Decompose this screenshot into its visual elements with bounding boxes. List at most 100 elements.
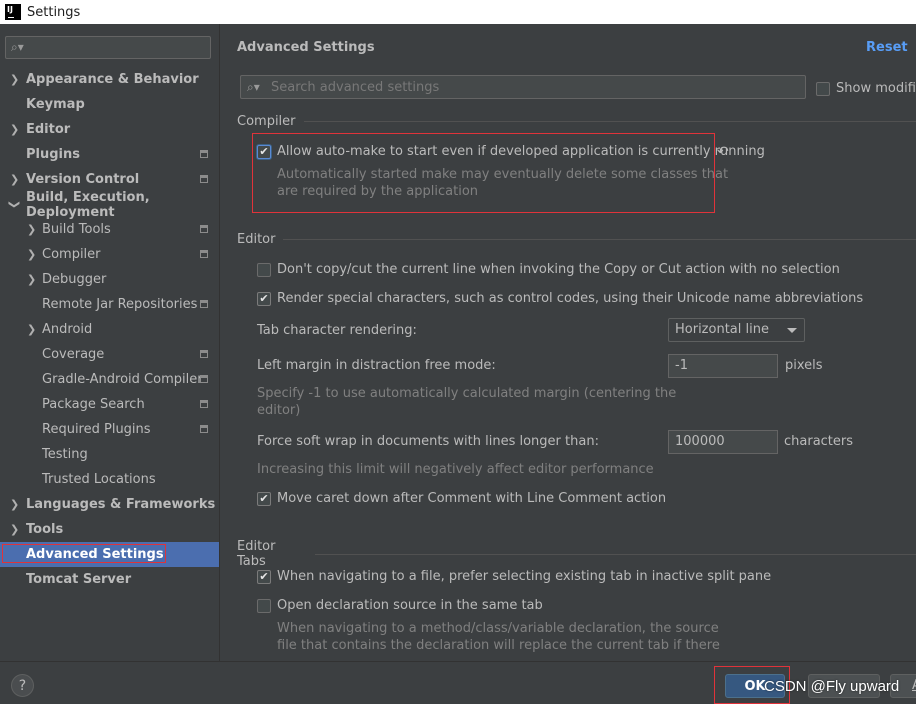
sidebar-item-label: Gradle-Android Compiler [42,372,203,387]
no-copy-cut-checkbox[interactable]: Don't copy/cut the current line when inv… [257,262,840,277]
intellij-app-icon: IJ [5,4,21,20]
left-margin-description: Specify -1 to use automatically calculat… [257,385,676,419]
settings-sidebar: ⌕▾ ❯ Appearance & Behavior Keymap ❯ Edit… [0,24,219,661]
section-compiler: Compiler [237,114,916,129]
sidebar-item-build-tools[interactable]: ❯ Build Tools [0,217,219,242]
sidebar-item-compiler[interactable]: ❯ Compiler [0,242,219,267]
sidebar-item-label: Languages & Frameworks [26,497,216,512]
sidebar-item-languages-frameworks[interactable]: ❯ Languages & Frameworks [0,492,219,517]
sidebar-item-plugins[interactable]: Plugins [0,142,219,167]
sidebar-item-label: Android [42,322,93,337]
undo-icon[interactable]: ↶ [717,144,729,160]
sidebar-item-debugger[interactable]: ❯ Debugger [0,267,219,292]
chevron-right-icon: ❯ [27,273,37,286]
dialog-button-bar: ? OK A CSDN @Fly upward [0,661,916,704]
sidebar-item-label: Package Search [42,397,145,412]
sidebar-item-label: Compiler [42,247,101,262]
soft-wrap-field[interactable]: 100000 [668,430,778,454]
sidebar-item-tools[interactable]: ❯ Tools [0,517,219,542]
chevron-right-icon: ❯ [10,73,20,86]
sidebar-item-label: Build, Execution, Deployment [26,189,150,220]
page-title: Advanced Settings [237,40,375,55]
description-line: When navigating to a method/class/variab… [277,621,719,636]
sidebar-item-keymap[interactable]: Keymap [0,92,219,117]
prefer-existing-tab-checkbox[interactable]: ✔ When navigating to a file, prefer sele… [257,569,771,584]
sidebar-item-trusted-locations[interactable]: Trusted Locations [0,467,219,492]
checkbox-box[interactable]: ✔ [257,569,271,584]
chevron-right-icon: ❯ [27,323,37,336]
checkbox-box[interactable]: ✔ [257,291,271,306]
chevron-right-icon: ❯ [10,123,20,136]
sidebar-item-editor[interactable]: ❯ Editor [0,117,219,142]
chevron-right-icon: ❯ [10,173,20,186]
section-title: Compiler [237,114,296,129]
csdn-watermark: CSDN @Fly upward [764,678,900,695]
section-title: Editor [237,232,276,247]
checkbox-label: Render special characters, such as contr… [277,291,864,306]
window-title: Settings [27,4,81,20]
sidebar-item-label: Required Plugins [42,422,151,437]
sidebar-item-label: Keymap [26,97,85,112]
search-icon: ⌕▾ [11,40,24,54]
sidebar-item-label: Tools [26,522,64,537]
project-settings-icon [200,375,208,383]
soft-wrap-unit: characters [784,434,854,449]
chevron-right-icon: ❯ [27,223,37,236]
sidebar-item-label: Plugins [26,147,80,162]
sidebar-item-label: Coverage [42,347,105,362]
render-special-chars-checkbox[interactable]: ✔ Render special characters, such as con… [257,291,863,306]
soft-wrap-label: Force soft wrap in documents with lines … [257,434,599,449]
checkbox-box[interactable] [816,81,830,96]
project-settings-icon [200,425,208,433]
section-editor: Editor [237,232,916,247]
sidebar-item-label: Remote Jar Repositories [42,297,198,312]
soft-wrap-description: Increasing this limit will negatively af… [257,462,654,477]
sidebar-item-android[interactable]: ❯ Android [0,317,219,342]
show-modified-checkbox[interactable]: Show modified [816,81,916,96]
description-line: Specify -1 to use automatically calculat… [257,386,677,401]
dropdown-arrow-icon [787,328,797,333]
sidebar-item-tomcat-server[interactable]: Tomcat Server [0,567,219,592]
checkbox-box[interactable] [257,598,271,613]
description-line: editor) [257,403,301,418]
sidebar-item-package-search[interactable]: Package Search [0,392,219,417]
select-value: Horizontal line [675,322,769,337]
search-icon: ⌕▾ [247,80,260,94]
highlight-annotation-box [2,544,166,563]
left-margin-field[interactable]: -1 [668,354,778,378]
move-caret-checkbox[interactable]: ✔ Move caret down after Comment with Lin… [257,491,666,506]
sidebar-item-label: Build Tools [42,222,111,237]
sidebar-item-required-plugins[interactable]: Required Plugins [0,417,219,442]
project-settings-icon [200,300,208,308]
sidebar-item-label: Version Control [26,172,140,187]
checkbox-box[interactable] [257,262,271,277]
sidebar-item-appearance-behavior[interactable]: ❯ Appearance & Behavior [0,67,219,92]
advanced-settings-search[interactable]: ⌕▾ [240,75,806,99]
reset-link[interactable]: Reset [866,40,908,55]
search-input[interactable] [271,78,791,96]
highlight-annotation-box [252,133,715,213]
tab-render-label: Tab character rendering: [257,323,417,338]
sidebar-item-remote-jar-repositories[interactable]: Remote Jar Repositories [0,292,219,317]
project-settings-icon [200,225,208,233]
sidebar-item-label: Trusted Locations [42,472,156,487]
help-button[interactable]: ? [11,674,34,697]
tab-render-select[interactable]: Horizontal line [668,318,805,342]
checkbox-label: Don't copy/cut the current line when inv… [277,262,840,277]
project-settings-icon [200,150,208,158]
sidebar-item-version-control[interactable]: ❯ Version Control [0,167,219,192]
project-settings-icon [200,400,208,408]
open-same-tab-description: When navigating to a method/class/variab… [277,620,720,654]
sidebar-item-label: Appearance & Behavior [26,72,199,87]
checkbox-label: When navigating to a file, prefer select… [277,569,772,584]
section-divider [303,121,916,122]
sidebar-item-build-execution-deployment[interactable]: ❯ Build, Execution, Deployment [0,189,219,220]
checkbox-box[interactable]: ✔ [257,491,271,506]
sidebar-search-input[interactable]: ⌕▾ [5,36,211,59]
sidebar-item-testing[interactable]: Testing [0,442,219,467]
sidebar-item-coverage[interactable]: Coverage [0,342,219,367]
sidebar-item-gradle-android-compiler[interactable]: Gradle-Android Compiler [0,367,219,392]
chevron-down-icon: ❯ [8,199,22,210]
open-same-tab-checkbox[interactable]: Open declaration source in the same tab [257,598,543,613]
section-title: Editor Tabs [237,539,276,569]
